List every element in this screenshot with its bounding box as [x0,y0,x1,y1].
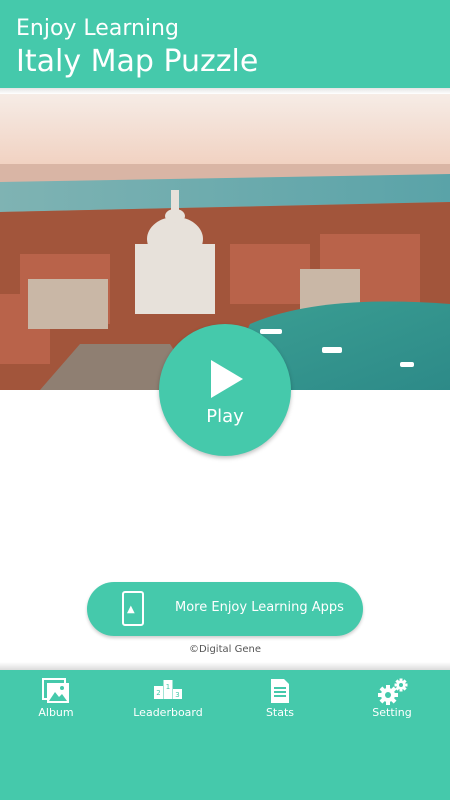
svg-text:1: 1 [166,683,170,691]
nav-item-setting-label: Setting [372,706,412,719]
app-header: Enjoy Learning Italy Map Puzzle [0,0,450,88]
more-apps-label: More Enjoy Learning Apps [175,600,344,615]
bottom-nav: Album 2 1 3 Leaderboard Stats Setting [0,670,450,800]
app-subtitle: Enjoy Learning [16,16,179,41]
nav-item-setting[interactable]: Setting [336,670,448,730]
play-icon [211,360,243,398]
copyright-text: ©Digital Gene [188,644,261,655]
app-title: Italy Map Puzzle [16,44,259,79]
play-button-label: Play [206,406,244,427]
svg-text:3: 3 [175,691,179,699]
phone-book-icon: ▲ [122,591,144,626]
play-button[interactable]: Play [159,324,291,456]
nav-item-stats-label: Stats [265,706,295,719]
nav-divider [0,662,450,670]
album-icon [42,678,69,703]
gears-icon [378,678,408,705]
svg-text:2: 2 [156,689,160,697]
nav-item-album[interactable]: Album [0,670,112,730]
more-apps-button[interactable]: ▲ More Enjoy Learning Apps [87,582,363,636]
nav-item-album-label: Album [38,706,74,719]
podium-icon: 2 1 3 [154,680,182,699]
document-icon [271,679,289,703]
nav-item-stats[interactable]: Stats [224,670,336,730]
nav-item-leaderboard-label: Leaderboard [133,706,203,719]
nav-item-leaderboard[interactable]: 2 1 3 Leaderboard [112,670,224,730]
